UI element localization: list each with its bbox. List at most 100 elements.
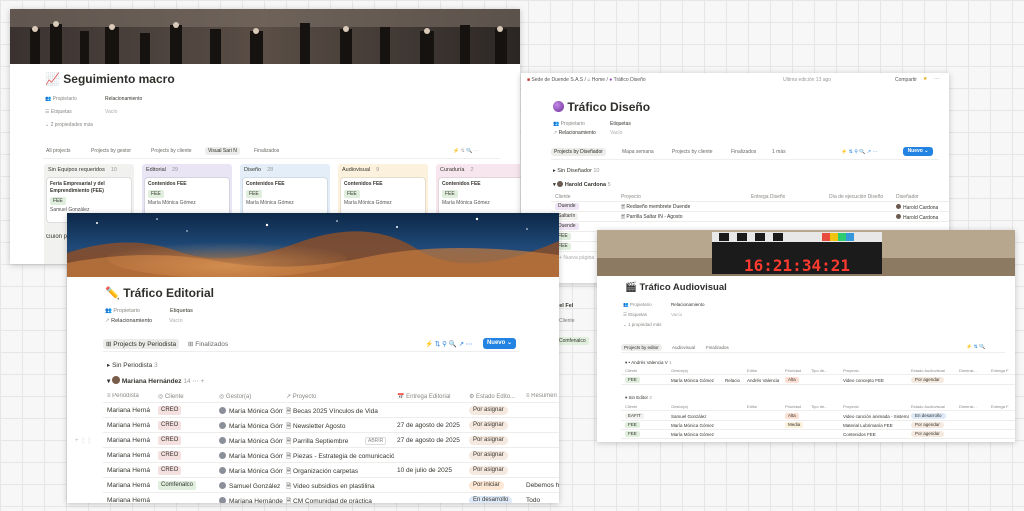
table-row[interactable]: Mariana Herná Comfenalco Samuel González 🗎 … [103,478,559,493]
property-tags[interactable]: ☰ Etiquetas Vacío [45,109,117,115]
tab-projects-by-cliente[interactable]: Projects by cliente [148,147,195,155]
column-header[interactable]: Editorial 29 [146,167,178,173]
cover-image-nebula [67,213,559,277]
toolbar-icons[interactable]: ⚡ ⇅ ⚲ 🔍 ↗ ⋯ [841,149,877,155]
people-icon: 👥 [105,308,112,314]
tab-projects-by-editor[interactable]: Projects by editor [621,344,662,351]
table-row[interactable]: Mariana HernáCREOMaría Mónica Gómez🗎 Par… [103,433,559,448]
page-title: Tráfico Audiovisual [639,282,727,293]
toolbar-icons[interactable]: ⚡ ⇅ ⚲ 🔍 ↗ ⋯ [425,340,472,348]
group-mariana-hernandez[interactable]: ▾ Mariana Hernández 14 ⋯ + [107,376,204,385]
property-owner[interactable]: 👥 Propietario Relacionamiento [45,96,142,102]
column-header[interactable]: Sin Equipos requeridos 10 [48,167,117,173]
extra-cliente-tag: Comfenalco [556,329,589,347]
more-icon[interactable]: ⋯ [934,76,939,82]
doc-icon: 🗎 [286,483,294,490]
new-button[interactable]: Nuevo ⌄ [483,338,516,349]
doc-icon: 🗎 [286,468,294,475]
group-andres-valencia[interactable]: ▾ • Andrés Valencia V 1 [625,360,672,366]
workspace-icon: ■ [527,77,531,83]
column-header[interactable]: Curaduría 2 [440,167,474,173]
tab-projects-by-periodista[interactable]: ⊞ Projects by Periodista [103,339,180,349]
property-owner[interactable]: 👥 Propietario Etiquetas [105,308,193,314]
tab-projects-by-gestor[interactable]: Projects by gestor [88,147,134,155]
table-row[interactable]: Mariana HernáCREOMaría Mónica Gómez🗎 New… [103,418,559,433]
timecode-display: 16:21:34:21 [744,256,850,275]
view-tabs: All projects Projects by gestor Projects… [43,147,500,159]
open-button[interactable]: ABRIR [365,437,387,445]
table-row[interactable]: Saltarín 🗎 Parrilla Saltar IN - Agosto Har… [551,212,949,222]
page-title: Tráfico Diseño [567,100,651,114]
group-sin-disenador[interactable]: ▸ Sin Diseñador 10 [553,168,600,174]
tab-finalizados[interactable]: Finalizados [728,148,759,156]
table-row[interactable]: FEE María Mónica Gómez Contenidos FEE Por a… [621,430,1015,439]
tab-visual-sari[interactable]: Visual Sari N [205,147,240,155]
home-icon: ⌂ [587,77,591,83]
tab-projects-by-cliente[interactable]: Projects by cliente [669,148,716,156]
avatar [896,214,901,219]
cover-image-clapper: 16:21:34:21 [597,230,1015,276]
table-row[interactable]: FEE María Mónica Gómez Media Material Lubri… [621,421,1015,430]
page-title: Seguimiento macro [63,72,175,86]
property-relacionamiento[interactable]: ↗ Relacionamiento Vacío [105,318,183,324]
table-row[interactable]: EAFIT Samuel González Alta Video canción an… [621,412,1015,421]
tab-projects-by-disenador[interactable]: Projects by Diseñador [551,148,606,156]
avatar [219,452,226,459]
table-row[interactable]: FEE María Mónica Gómez Relacio Andrés Va… [621,376,1015,385]
breadcrumb[interactable]: ■ Sede de Duende S.A.S / ⌂ Home / ● Tráf… [527,77,646,83]
tag-icon: ☰ [45,109,50,115]
page-title: Tráfico Editorial [123,286,214,300]
tab-more[interactable]: 1 más [769,148,789,156]
property-owner[interactable]: 👥 Propietario Etiquetas [553,121,631,127]
share-button[interactable]: Compartir [895,77,917,83]
avatar [219,482,226,489]
tab-finalizados[interactable]: ⊞ Finalizados [185,339,231,349]
group-sin-periodista[interactable]: ▸ Sin Periodista 3 [107,361,158,369]
avatar [112,376,121,384]
table-header: Cliente Proyecto Entrega Diseño Día de e… [551,192,949,202]
doc-icon: 🗎 [286,438,294,445]
new-button[interactable]: Nuevo ⌄ [903,147,933,156]
camera-icon: 🎬 [625,282,637,293]
tab-audiovisual[interactable]: Audiovisual [669,344,698,351]
chart-emoji-icon: 📈 [45,72,60,86]
doc-icon: 🗎 [286,498,294,503]
toolbar-icons[interactable]: ⚡ ⇅ 🔍 ⋯ [453,148,479,154]
trafico-audiovisual-window: 16:21:34:21 🎬 Tráfico Audiovisual 👥 Prop… [597,230,1015,442]
tab-finalizados[interactable]: Finalizados [251,147,282,155]
card-cut-text: Guion p [46,234,68,240]
group-sin-editor[interactable]: ▾ Sin Editor 3 [625,395,652,401]
row-handle-icon[interactable]: + ⋮⋮ [75,437,92,444]
property-relacionamiento[interactable]: ↗ Relacionamiento Vacío [553,130,622,136]
property-owner[interactable]: 👥 Propietario Relacionamiento [623,302,705,308]
more-properties[interactable]: ⌄ 1 propiedad más [623,322,662,328]
table-row[interactable]: Duende 🗎 Rediseño membrete Duende Harold C… [551,202,949,212]
cover-image-crowd [10,9,520,64]
table-row[interactable]: Mariana Herná Mariana Hernández 🗎 CM Comun… [103,493,559,503]
group-harold-cardona[interactable]: ▾ Harold Cardona 5 [553,181,611,188]
tab-finalizados[interactable]: Finalizados [703,344,732,351]
table-row[interactable]: Mariana HernáCREOMaría Mónica Gómez🗎 Bec… [103,403,559,418]
toolbar-icons[interactable]: ⚡ ⇅ 🔍 [966,344,985,350]
tab-mapa-semana[interactable]: Mapa semana [619,148,657,156]
table-header-2: Cliente Gestor(a) Editor Prioridad Tipo de..… [621,403,1015,411]
column-header[interactable]: Diseño 28 [244,167,273,173]
table-row[interactable]: Mariana HernáCREOMaría Mónica Gómez🗎 Org… [103,463,559,478]
table-icon: ⊞ [188,341,194,348]
new-page-button[interactable]: + Nueva página [559,255,594,261]
tab-all-projects[interactable]: All projects [43,147,73,155]
property-tags[interactable]: ☰ Etiquetas Vacío [623,312,682,318]
table-header: ≡ Periodista ◎ Cliente ◎ Gestor(a) ↗ Pro… [103,389,559,403]
pencil-icon: ✏️ [105,286,120,300]
avatar [219,407,226,414]
doc-icon: 🗎 [286,423,294,430]
more-properties[interactable]: ⌄ 2 propiedades más [45,122,93,128]
column-header[interactable]: Audiovisual 9 [342,167,379,173]
view-tabs: ⊞ Projects by Periodista ⊞ Finalizados ⚡… [103,338,519,352]
people-icon: 👥 [45,96,52,102]
table-row[interactable]: Mariana HernáCREOMaría Mónica Gómez🗎 Pie… [103,448,559,463]
star-icon[interactable]: ★ [923,76,927,82]
avatar [219,422,226,429]
arrow-icon: ↗ [553,130,558,136]
page-icon: ● [609,77,613,83]
